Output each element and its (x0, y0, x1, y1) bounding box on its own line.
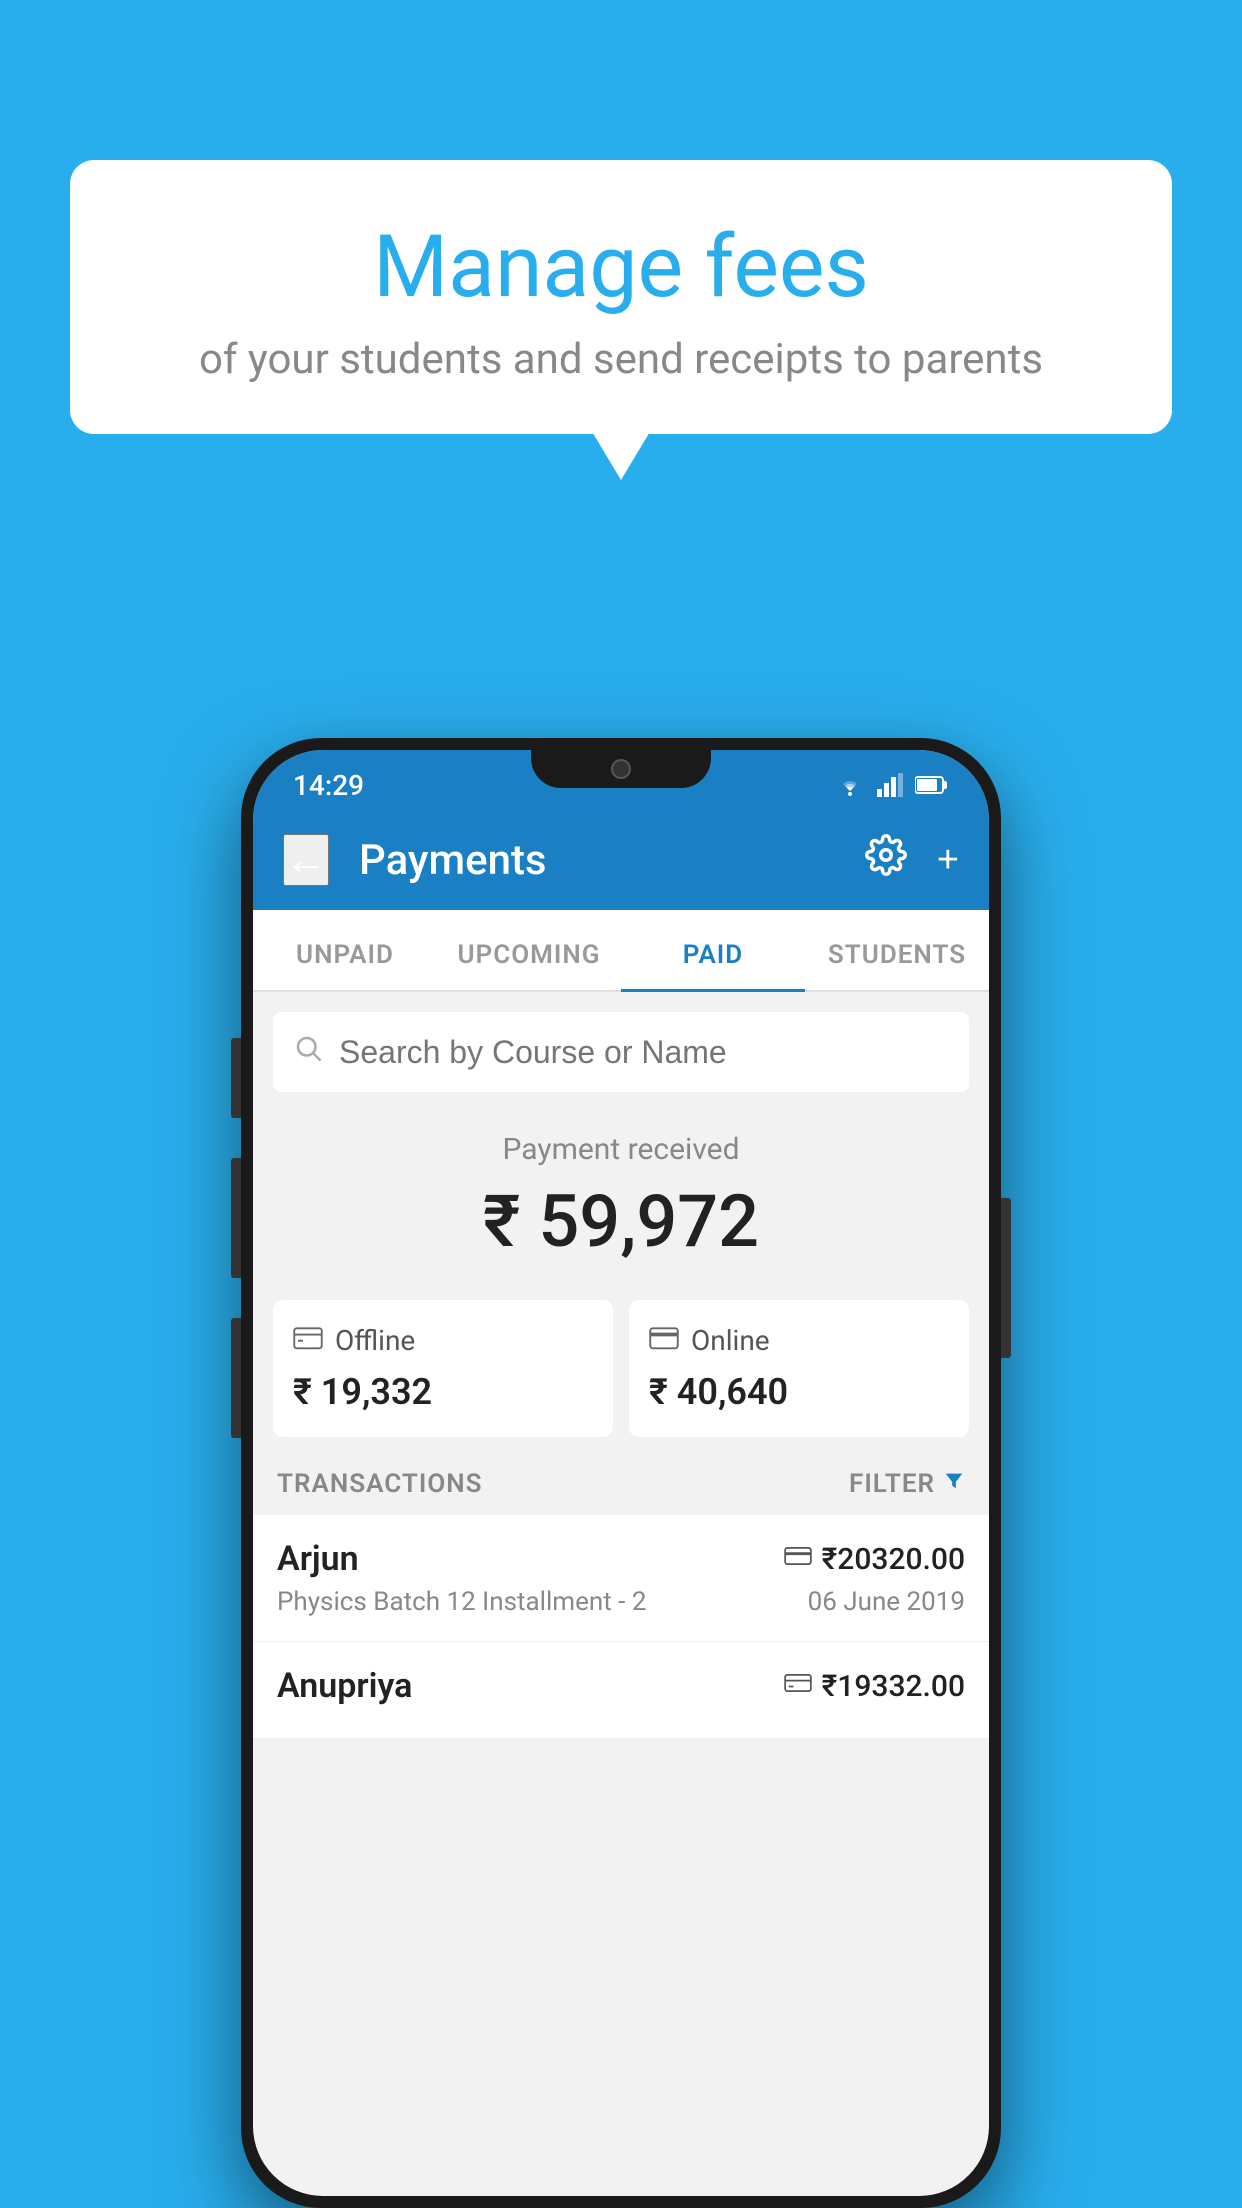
offline-payment-icon (784, 1671, 812, 1701)
battery-icon (915, 775, 949, 795)
filter-button[interactable]: FILTER (849, 1469, 965, 1499)
bubble-subtitle: of your students and send receipts to pa… (120, 335, 1122, 384)
payment-received-section: Payment received ₹ 59,972 (253, 1092, 989, 1284)
wifi-icon (835, 773, 865, 797)
card-payment-icon (784, 1544, 812, 1574)
tab-unpaid[interactable]: UNPAID (253, 910, 437, 990)
payment-amount: ₹ 59,972 (273, 1179, 969, 1264)
online-card: Online ₹ 40,640 (629, 1300, 969, 1437)
status-time: 14:29 (293, 769, 364, 802)
offline-card-top: Offline (293, 1324, 415, 1357)
phone-notch (531, 750, 711, 788)
online-card-top: Online (649, 1324, 770, 1357)
online-card-amount: ₹ 40,640 (649, 1371, 788, 1413)
phone-outer: 14:29 (241, 738, 1001, 2208)
transaction-amount-wrap: ₹20320.00 (784, 1542, 965, 1577)
offline-card-amount: ₹ 19,332 (293, 1371, 432, 1413)
add-button[interactable]: + (937, 839, 959, 882)
transaction-course: Physics Batch 12 Installment - 2 (277, 1587, 646, 1617)
payment-label: Payment received (273, 1132, 969, 1167)
app-bar-icons: + (865, 834, 959, 886)
transaction-amount: ₹19332.00 (822, 1669, 965, 1704)
transaction-amount: ₹20320.00 (822, 1542, 965, 1577)
filter-label: FILTER (849, 1469, 935, 1499)
transaction-row-bottom: Physics Batch 12 Installment - 2 06 June… (277, 1587, 965, 1617)
transaction-name: Anupriya (277, 1666, 412, 1706)
tab-upcoming[interactable]: UPCOMING (437, 910, 621, 990)
search-icon (293, 1033, 323, 1071)
online-card-icon (649, 1324, 679, 1357)
app-bar: ← Payments + (253, 810, 989, 910)
tab-students[interactable]: STUDENTS (805, 910, 989, 990)
phone-screen: 14:29 (253, 750, 989, 2196)
search-input[interactable] (339, 1034, 949, 1071)
app-title: Payments (359, 836, 845, 885)
camera (611, 759, 631, 779)
side-btn-left (231, 1038, 241, 1118)
transactions-header: TRANSACTIONS FILTER (253, 1453, 989, 1515)
transaction-amount-wrap: ₹19332.00 (784, 1669, 965, 1704)
search-container (273, 1012, 969, 1092)
bubble-title: Manage fees (120, 220, 1122, 315)
tabs-bar: UNPAID UPCOMING PAID STUDENTS (253, 910, 989, 992)
phone-wrapper: 14:29 (241, 738, 1001, 2208)
tab-paid[interactable]: PAID (621, 910, 805, 990)
table-row[interactable]: Arjun ₹20320.00 Physics (253, 1515, 989, 1642)
transaction-row-top: Anupriya ₹19332.00 (277, 1666, 965, 1706)
online-card-label: Online (691, 1324, 770, 1357)
transaction-row-top: Arjun ₹20320.00 (277, 1539, 965, 1579)
transaction-name: Arjun (277, 1539, 359, 1579)
table-row[interactable]: Anupriya ₹19332.00 (253, 1642, 989, 1739)
speech-bubble: Manage fees of your students and send re… (70, 160, 1172, 434)
payment-cards: Offline ₹ 19,332 (253, 1284, 989, 1453)
side-btn-left3 (231, 1318, 241, 1438)
transactions-label: TRANSACTIONS (277, 1469, 483, 1499)
status-icons (835, 773, 949, 797)
speech-bubble-container: Manage fees of your students and send re… (70, 160, 1172, 434)
settings-button[interactable] (865, 834, 907, 886)
back-button[interactable]: ← (283, 834, 329, 886)
transaction-date: 06 June 2019 (808, 1587, 965, 1617)
content-area: Payment received ₹ 59,972 (253, 992, 989, 1739)
signal-icon (877, 773, 903, 797)
side-btn-right (1001, 1198, 1011, 1358)
side-btn-left2 (231, 1158, 241, 1278)
offline-card-icon (293, 1324, 323, 1357)
gear-icon (865, 834, 907, 876)
filter-icon (943, 1470, 965, 1498)
offline-card: Offline ₹ 19,332 (273, 1300, 613, 1437)
offline-card-label: Offline (335, 1324, 415, 1357)
